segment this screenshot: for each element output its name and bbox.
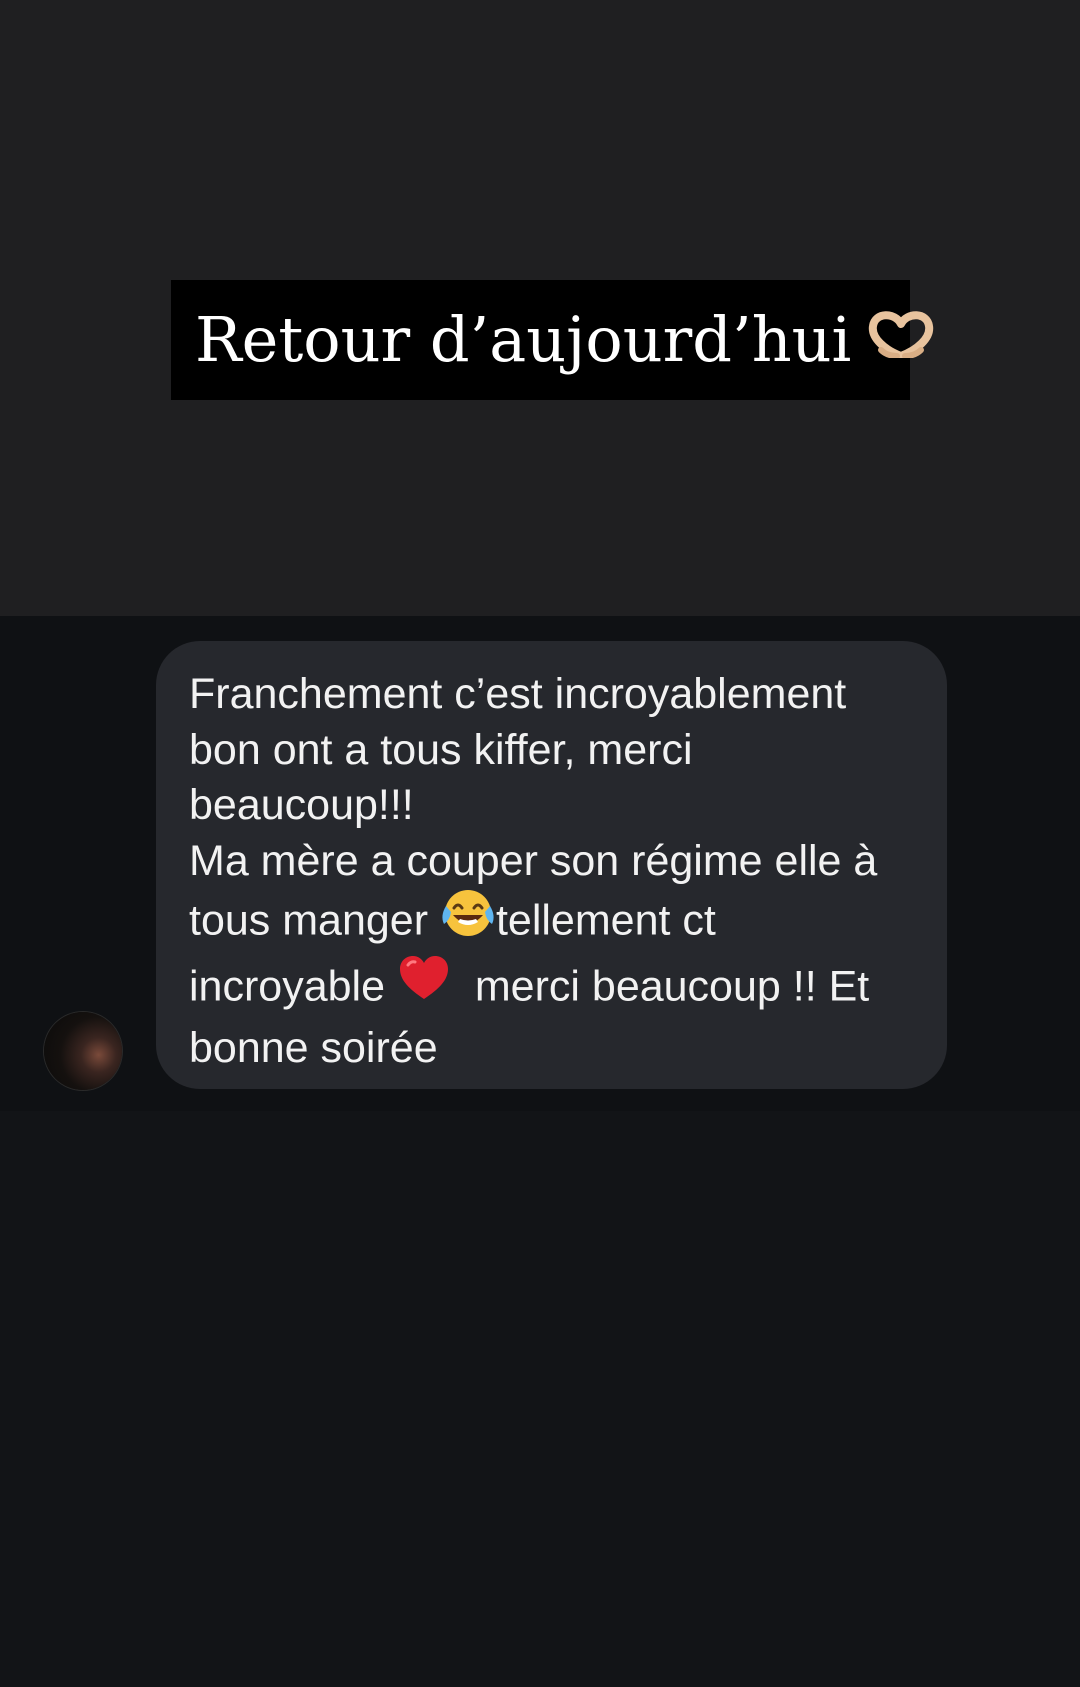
message-line: Ma mère a couper son régime elle à [189, 837, 878, 886]
message-line: bonne soirée [189, 1024, 438, 1073]
story-title-box: Retour d’aujourd’hui [171, 280, 934, 400]
story-title: Retour d’aujourd’hui [195, 303, 852, 376]
message-line: incroyable merci beaucoup !! Et [189, 955, 917, 1022]
message-line: beaucoup!!! [189, 781, 414, 830]
red-heart-emoji [397, 953, 451, 1018]
avatar[interactable] [44, 1012, 122, 1090]
message-text: tellement ct [495, 896, 716, 945]
message-line: Franchement c’est incroyablement [189, 670, 847, 718]
message-line: tous manger tellement ct [189, 889, 917, 957]
message-text: incroyable [189, 962, 397, 1011]
message-line: bon ont a tous kiffer, merci [189, 725, 693, 774]
message-text: merci beaucoup !! Et [450, 962, 870, 1011]
message-bubble[interactable]: Franchement c’est incroyablement bon ont… [156, 641, 947, 1089]
story-top-area: Retour d’aujourd’hui [0, 0, 1080, 616]
message-text: tous manger [189, 896, 440, 945]
laughing-tears-emoji [440, 886, 496, 953]
heart-hands-icon [867, 310, 935, 360]
